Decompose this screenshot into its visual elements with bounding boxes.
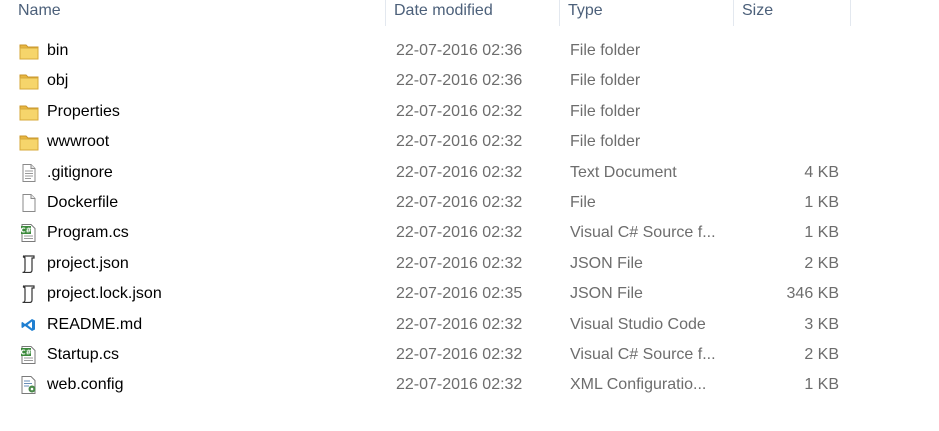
file-date-modified: 22-07-2016 02:32 <box>396 133 523 151</box>
file-type: File folder <box>570 42 641 59</box>
file-name: Properties <box>47 102 120 120</box>
column-header-name[interactable]: Name <box>10 0 386 26</box>
file-size <box>734 97 839 127</box>
file-row[interactable]: wwwroot 22-07-2016 02:32 File folder <box>0 127 939 157</box>
file-date-modified: 22-07-2016 02:36 <box>396 42 523 59</box>
file-row[interactable]: C# Startup.cs 22-07-2016 02:32 Visual C#… <box>0 340 939 370</box>
svg-text:C#: C# <box>20 348 31 356</box>
json-file-icon <box>19 285 39 304</box>
file-date-modified: 22-07-2016 02:32 <box>396 193 523 211</box>
file-date-modified: 22-07-2016 02:32 <box>396 376 523 394</box>
file-size: 2 KB <box>804 254 839 272</box>
file-date-modified: 22-07-2016 02:35 <box>396 285 523 303</box>
file-size: 1 KB <box>804 193 839 211</box>
json-file-icon <box>19 255 39 273</box>
csharp-file-icon: C# <box>19 224 39 243</box>
file-row[interactable]: .gitignore 22-07-2016 02:32 Text Documen… <box>0 158 939 188</box>
file-size <box>734 66 839 96</box>
file-row[interactable]: C# Program.cs 22-07-2016 02:32 Visual C#… <box>0 218 939 248</box>
file-type: Visual Studio Code <box>570 315 706 333</box>
file-type: File folder <box>570 133 641 151</box>
file-type: JSON File <box>570 254 643 272</box>
file-date-modified: 22-07-2016 02:32 <box>396 315 523 333</box>
file-row[interactable]: Properties 22-07-2016 02:32 File folder <box>0 97 939 127</box>
folder-icon <box>19 42 39 60</box>
file-name: obj <box>47 72 69 90</box>
file-row[interactable]: obj 22-07-2016 02:36 File folder <box>0 66 939 96</box>
file-size: 4 KB <box>804 163 839 181</box>
column-header-bar: Name Date modified Type Size <box>0 0 939 26</box>
file-name: Program.cs <box>47 224 129 242</box>
file-row[interactable]: bin 22-07-2016 02:36 File folder <box>0 36 939 66</box>
file-type: XML Configuratio... <box>570 376 707 394</box>
file-type: File <box>570 193 596 211</box>
file-list: bin 22-07-2016 02:36 File folder obj 22-… <box>0 36 939 401</box>
file-date-modified: 22-07-2016 02:32 <box>396 224 523 242</box>
folder-icon <box>19 72 39 90</box>
text-document-icon <box>19 163 39 182</box>
column-header-size[interactable]: Size <box>734 0 851 26</box>
file-size: 1 KB <box>804 224 839 242</box>
csharp-file-icon: C# <box>19 345 39 364</box>
column-header-type[interactable]: Type <box>560 0 734 26</box>
file-type: File folder <box>570 102 641 120</box>
svg-text:C#: C# <box>20 227 31 235</box>
file-name: wwwroot <box>47 133 110 151</box>
file-type: Visual C# Source f... <box>570 224 716 242</box>
file-row[interactable]: project.lock.json 22-07-2016 02:35 JSON … <box>0 279 939 309</box>
column-header-date-modified[interactable]: Date modified <box>386 0 560 26</box>
file-size: 1 KB <box>804 376 839 394</box>
file-date-modified: 22-07-2016 02:32 <box>396 345 523 363</box>
file-type: JSON File <box>570 285 643 303</box>
file-size: 2 KB <box>804 345 839 363</box>
file-name: web.config <box>47 376 124 394</box>
vscode-file-icon <box>19 316 39 334</box>
file-date-modified: 22-07-2016 02:32 <box>396 102 523 120</box>
folder-icon <box>19 133 39 151</box>
blank-file-icon <box>19 193 39 212</box>
file-row[interactable]: project.json 22-07-2016 02:32 JSON File … <box>0 249 939 279</box>
file-date-modified: 22-07-2016 02:32 <box>396 254 523 272</box>
file-date-modified: 22-07-2016 02:32 <box>396 163 523 181</box>
file-name: .gitignore <box>47 163 113 181</box>
xml-config-icon <box>19 376 39 395</box>
file-size: 3 KB <box>804 315 839 333</box>
file-size <box>734 127 839 157</box>
file-date-modified: 22-07-2016 02:36 <box>396 72 523 90</box>
file-size <box>734 36 839 66</box>
file-name: Dockerfile <box>47 193 119 211</box>
file-name: project.json <box>47 254 129 272</box>
file-name: Startup.cs <box>47 345 120 363</box>
file-type: Visual C# Source f... <box>570 345 716 363</box>
folder-icon <box>19 103 39 121</box>
file-row[interactable]: web.config 22-07-2016 02:32 XML Configur… <box>0 370 939 400</box>
file-type: Text Document <box>570 163 677 181</box>
file-name: project.lock.json <box>47 285 162 303</box>
file-row[interactable]: Dockerfile 22-07-2016 02:32 File 1 KB <box>0 188 939 218</box>
file-row[interactable]: README.md 22-07-2016 02:32 Visual Studio… <box>0 310 939 340</box>
file-name: README.md <box>47 315 143 333</box>
file-size: 346 KB <box>786 285 839 303</box>
file-name: bin <box>47 42 69 59</box>
file-type: File folder <box>570 72 641 90</box>
